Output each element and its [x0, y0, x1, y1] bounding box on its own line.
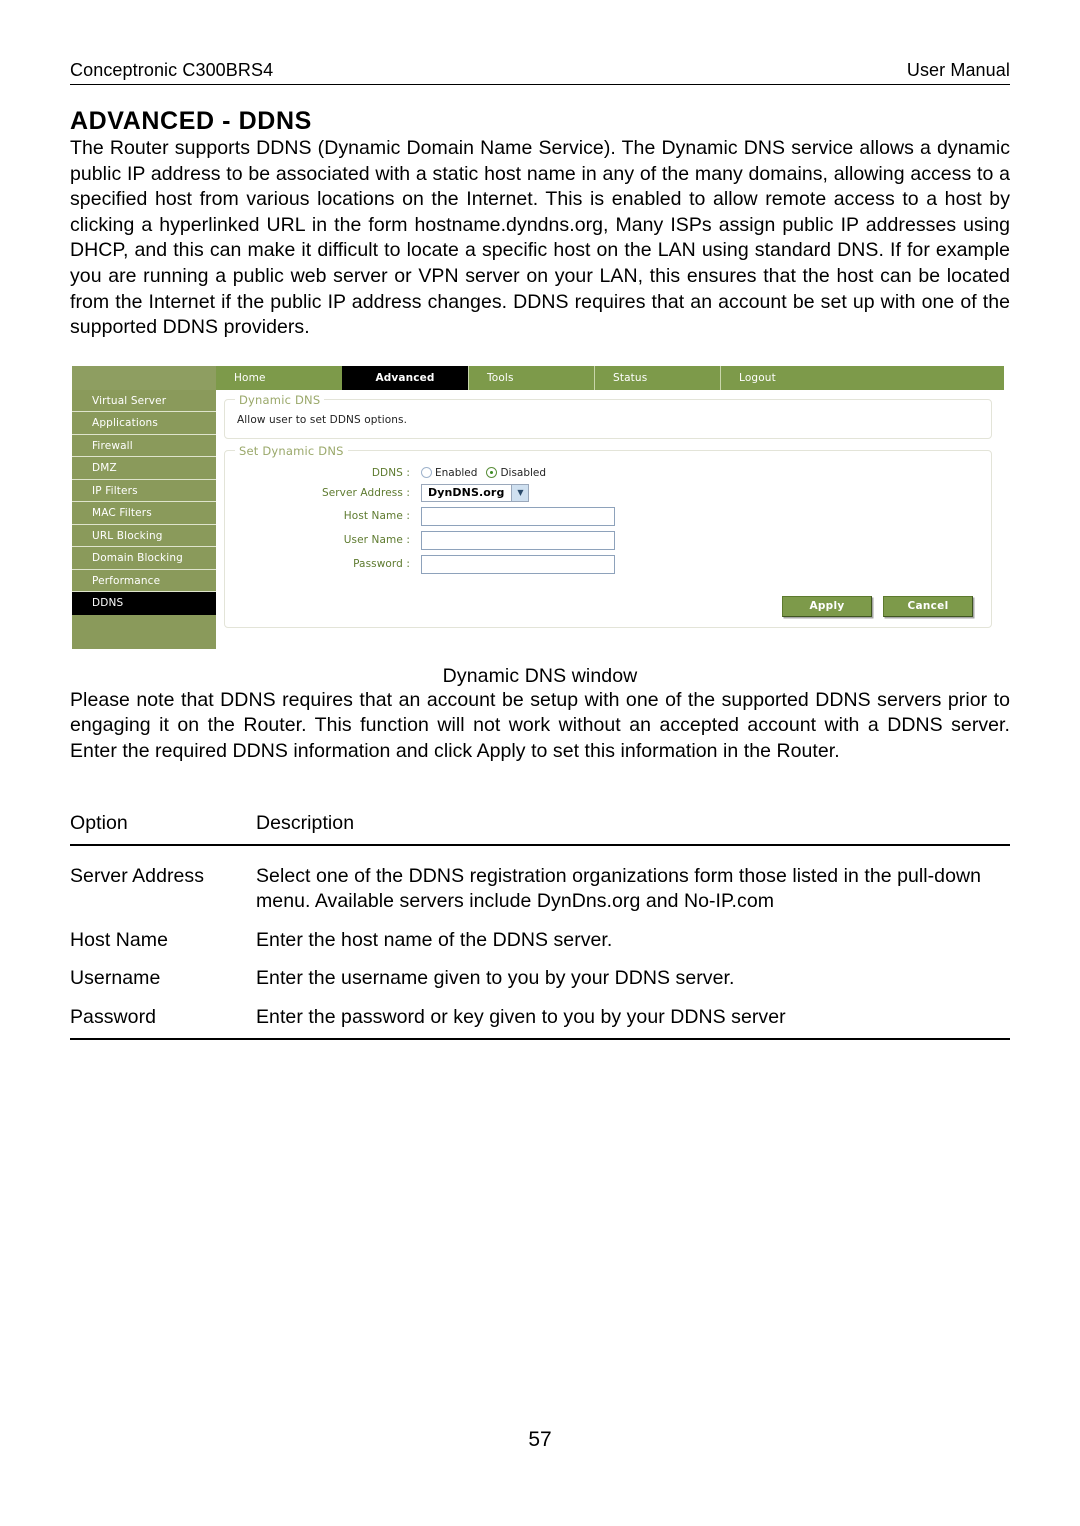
- ddns-label: DDNS :: [371, 466, 410, 479]
- user-name-label: User Name :: [343, 534, 410, 547]
- form-row-password: Password :: [235, 554, 981, 574]
- panel-dynamic-dns-description: Allow user to set DDNS options.: [237, 413, 408, 426]
- table-row: Password Enter the password or key given…: [70, 993, 1010, 1041]
- option-name: Password: [70, 993, 256, 1041]
- header-product-name: Conceptronic C300BRS4: [70, 60, 274, 80]
- note-paragraph: Please note that DDNS requires that an a…: [70, 688, 1010, 762]
- ui-content-area: Dynamic DNS Allow user to set DDNS optio…: [216, 389, 1004, 649]
- cancel-button[interactable]: Cancel: [883, 595, 973, 617]
- radio-ddns-disabled-label: Disabled: [500, 466, 547, 479]
- option-name: Username: [70, 967, 161, 990]
- tab-home[interactable]: Home: [216, 366, 342, 390]
- nav-filler: [846, 366, 1004, 390]
- sidebar-item-ip-filters[interactable]: IP Filters: [72, 480, 216, 503]
- ui-left-column: Virtual Server Applications Firewall DMZ…: [72, 365, 216, 649]
- header-rule: [70, 84, 1010, 85]
- router-ui-screenshot: Virtual Server Applications Firewall DMZ…: [72, 365, 1004, 649]
- sidebar-item-applications[interactable]: Applications: [72, 412, 216, 435]
- ui-nav-bar: Home Advanced Tools Status Logout: [216, 365, 1004, 390]
- radio-ddns-disabled[interactable]: Disabled: [486, 467, 546, 479]
- sidebar-item-firewall[interactable]: Firewall: [72, 435, 216, 458]
- option-name: Server Address: [70, 864, 205, 887]
- radio-selected-icon[interactable]: [486, 467, 498, 479]
- tab-logout[interactable]: Logout: [720, 365, 846, 390]
- ui-right-column: Home Advanced Tools Status Logout Dynami…: [216, 365, 1004, 649]
- apply-button[interactable]: Apply: [782, 595, 872, 617]
- page-number: 57: [528, 1428, 552, 1451]
- panel-set-dynamic-dns-legend: Set Dynamic DNS: [235, 443, 348, 458]
- tab-tools[interactable]: Tools: [468, 365, 594, 390]
- panel-set-dynamic-dns: Set Dynamic DNS DDNS : Enabled Disabled: [224, 443, 992, 628]
- header-document-type: User Manual: [906, 60, 1010, 80]
- table-row: Username Enter the username given to you…: [70, 955, 1010, 994]
- host-name-label: Host Name :: [343, 510, 410, 523]
- page-title: ADVANCED - DDNS: [70, 107, 312, 135]
- intro-paragraph: The Router supports DDNS (Dynamic Domain…: [70, 137, 1010, 339]
- table-row: Server Address Select one of the DDNS re…: [70, 845, 1010, 917]
- user-name-input[interactable]: [421, 530, 615, 550]
- sidebar-item-performance[interactable]: Performance: [72, 570, 216, 593]
- options-table: Option Description Server Address Select…: [70, 811, 1010, 1041]
- password-label: Password :: [353, 558, 410, 571]
- running-header: Conceptronic C300BRS4 User Manual: [70, 0, 1010, 81]
- sidebar-item-virtual-server[interactable]: Virtual Server: [72, 390, 216, 413]
- ui-logo-block: [72, 365, 216, 390]
- host-name-input[interactable]: [421, 506, 615, 526]
- password-input[interactable]: [421, 554, 615, 574]
- sidebar-item-dmz[interactable]: DMZ: [72, 457, 216, 480]
- server-address-value: DynDNS.org: [428, 486, 505, 500]
- radio-unselected-icon[interactable]: [421, 467, 432, 479]
- column-header-description: Description: [256, 811, 1010, 846]
- ui-sidebar: Virtual Server Applications Firewall DMZ…: [72, 389, 216, 649]
- form-row-host-name: Host Name :: [235, 506, 981, 526]
- panel-dynamic-dns-legend: Dynamic DNS: [235, 392, 325, 407]
- form-row-server-address: Server Address : DynDNS.org ▼: [235, 483, 981, 502]
- sidebar-item-ddns[interactable]: DDNS: [72, 592, 216, 615]
- form-row-ddns: DDNS : Enabled Disabled: [235, 467, 981, 479]
- tab-advanced[interactable]: Advanced: [342, 365, 468, 390]
- radio-ddns-enabled-label: Enabled: [435, 466, 478, 479]
- server-address-label: Server Address :: [321, 486, 410, 499]
- column-header-option: Option: [70, 811, 256, 846]
- option-description: Enter the username given to you by your …: [256, 967, 735, 990]
- sidebar-item-url-blocking[interactable]: URL Blocking: [72, 525, 216, 548]
- chevron-down-icon[interactable]: ▼: [511, 484, 529, 501]
- form-row-user-name: User Name :: [235, 530, 981, 550]
- server-address-select[interactable]: DynDNS.org ▼: [421, 483, 530, 502]
- ddns-radio-group: Enabled Disabled: [421, 467, 546, 479]
- option-description: Enter the host name of the DDNS server.: [256, 928, 613, 951]
- document-page: Conceptronic C300BRS4 User Manual ADVANC…: [0, 0, 1080, 1526]
- option-description: Enter the password or key given to you b…: [256, 993, 1010, 1041]
- tab-status[interactable]: Status: [594, 365, 720, 390]
- option-name: Host Name: [70, 928, 168, 951]
- table-header-row: Option Description: [70, 811, 1010, 846]
- sidebar-item-domain-blocking[interactable]: Domain Blocking: [72, 547, 216, 570]
- figure-caption: Dynamic DNS window: [442, 664, 638, 687]
- form-button-row: Apply Cancel: [235, 595, 981, 617]
- sidebar-item-mac-filters[interactable]: MAC Filters: [72, 502, 216, 525]
- option-description: Select one of the DDNS registration orga…: [256, 864, 981, 913]
- radio-ddns-enabled[interactable]: Enabled: [421, 467, 477, 479]
- sidebar-filler: [72, 614, 216, 649]
- panel-dynamic-dns: Dynamic DNS Allow user to set DDNS optio…: [224, 392, 992, 439]
- table-row: Host Name Enter the host name of the DDN…: [70, 917, 1010, 956]
